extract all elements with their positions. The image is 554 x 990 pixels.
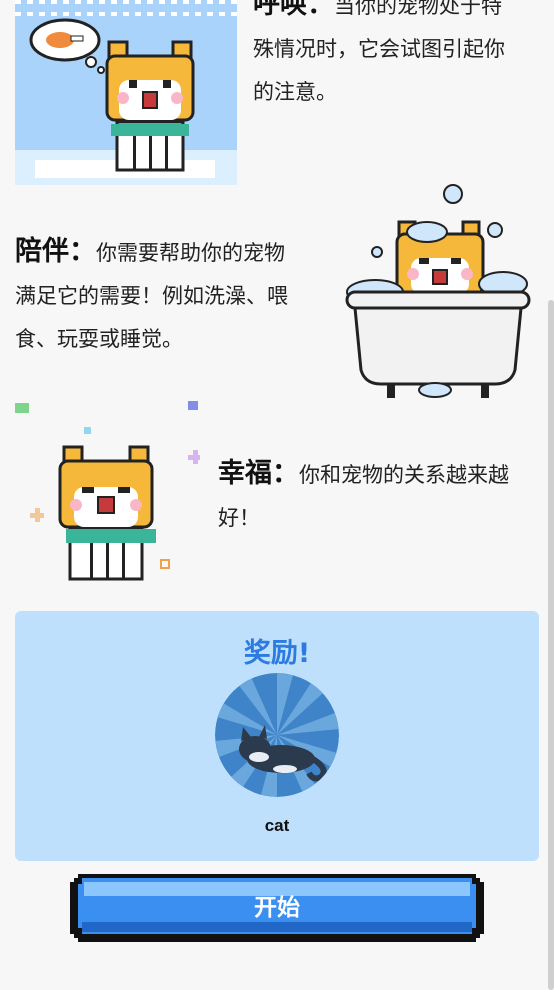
happy-description: 幸福：你和宠物的关系越来越 好！ (218, 452, 543, 540)
start-button-label: 开始 (254, 895, 300, 921)
happy-title: 幸福： (218, 458, 299, 489)
call-description: 呼唤：当你的宠物处于特 殊情况时，它会试图引起你 的注意。 (253, 0, 543, 114)
scrollbar[interactable] (548, 300, 554, 990)
company-line-1: 你需要帮助你的宠物 (96, 241, 285, 265)
reward-pet-name: cat (264, 816, 290, 835)
company-line-3: 食、玩耍或睡觉。 (15, 327, 183, 351)
company-description: 陪伴：你需要帮助你的宠物 满足它的需要！例如洗澡、喂 食、玩耍或睡觉。 (15, 230, 335, 361)
call-line-2: 殊情况时，它会试图引起你 (253, 37, 505, 61)
happy-line-2: 好！ (218, 506, 260, 530)
reward-card: 奖励! cat (15, 611, 539, 861)
company-title: 陪伴： (15, 236, 96, 267)
happy-illustration (10, 395, 202, 590)
call-line-3: 的注意。 (253, 80, 337, 104)
happy-line-1: 你和宠物的关系越来越 (299, 463, 509, 487)
start-button[interactable]: 开始 (70, 874, 484, 942)
company-line-2: 满足它的需要！例如洗澡、喂 (15, 284, 288, 308)
bath-illustration (335, 180, 540, 405)
reward-pet-image (215, 673, 339, 797)
call-illustration (15, 0, 237, 185)
reward-title: 奖励! (243, 638, 311, 669)
call-title: 呼唤： (253, 0, 334, 20)
call-line-1: 当你的宠物处于特 (334, 0, 502, 18)
